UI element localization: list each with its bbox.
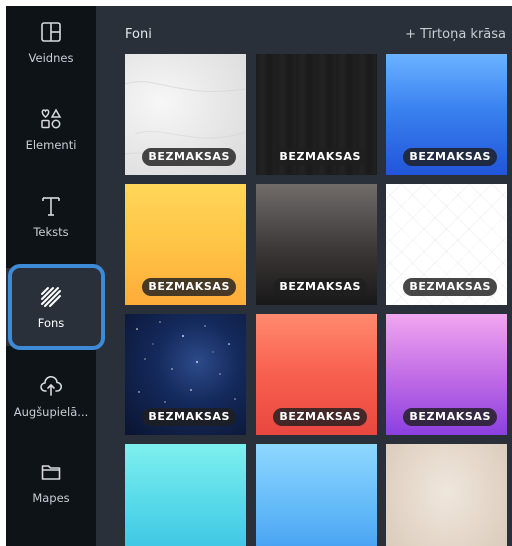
background-tile-cyan-gradient[interactable] [125,444,246,546]
sidebar-item-label: Elementi [25,138,77,152]
upload-icon [38,373,64,399]
folder-icon [38,459,64,485]
background-tile-sky-blue-gradient[interactable] [256,444,377,546]
sidebar-item-templates[interactable]: Veidnes [6,6,96,78]
add-solid-color-link[interactable]: + Tīrtoņa krāsa [405,27,506,42]
background-tile-beige-texture[interactable] [386,444,507,546]
background-tile-blue-gradient[interactable]: BEZMAKSAS [386,54,507,175]
free-badge: BEZMAKSAS [142,148,236,166]
background-tile-purple-gradient[interactable]: BEZMAKSAS [386,314,507,435]
sidebar-item-label: Teksts [33,225,69,239]
sidebar-item-elements[interactable]: Elementi [6,93,96,165]
sidebar-item-text[interactable]: Teksts [6,180,96,252]
free-badge: BEZMAKSAS [273,148,367,166]
text-icon [38,193,64,219]
backgrounds-panel: Foni + Tīrtoņa krāsa BEZMAKSAS BEZMAKSAS… [96,6,512,546]
templates-icon [38,19,64,45]
sidebar-item-label: Augšupielā... [13,405,89,419]
free-badge: BEZMAKSAS [273,278,367,296]
free-badge: BEZMAKSAS [142,408,236,426]
sidebar-item-label: Fons [37,316,65,330]
free-badge: BEZMAKSAS [403,278,497,296]
panel-title: Foni [125,27,152,42]
background-tile-white-marble[interactable]: BEZMAKSAS [125,54,246,175]
background-tile-white-pattern[interactable]: BEZMAKSAS [386,184,507,305]
background-tile-starry-night[interactable]: BEZMAKSAS [125,314,246,435]
sidebar-item-folders[interactable]: Mapes [6,446,96,518]
background-tile-dark-gray-gradient[interactable]: BEZMAKSAS [256,184,377,305]
sidebar-item-label: Mapes [32,491,70,505]
background-tile-coral-gradient[interactable]: BEZMAKSAS [256,314,377,435]
sidebar: Veidnes Elementi Teksts Fons Augšupielā.… [6,6,96,546]
sidebar-item-background[interactable]: Fons [6,268,96,346]
sidebar-item-label: Veidnes [28,51,74,65]
free-badge: BEZMAKSAS [403,148,497,166]
elements-icon [38,106,64,132]
background-icon [38,284,64,310]
sidebar-item-uploads[interactable]: Augšupielā... [6,360,96,432]
free-badge: BEZMAKSAS [142,278,236,296]
editor-app: Veidnes Elementi Teksts Fons Augšupielā.… [6,6,512,546]
free-badge: BEZMAKSAS [273,408,367,426]
background-tile-dark-wood[interactable]: BEZMAKSAS [256,54,377,175]
free-badge: BEZMAKSAS [403,408,497,426]
background-tile-yellow-gradient[interactable]: BEZMAKSAS [125,184,246,305]
